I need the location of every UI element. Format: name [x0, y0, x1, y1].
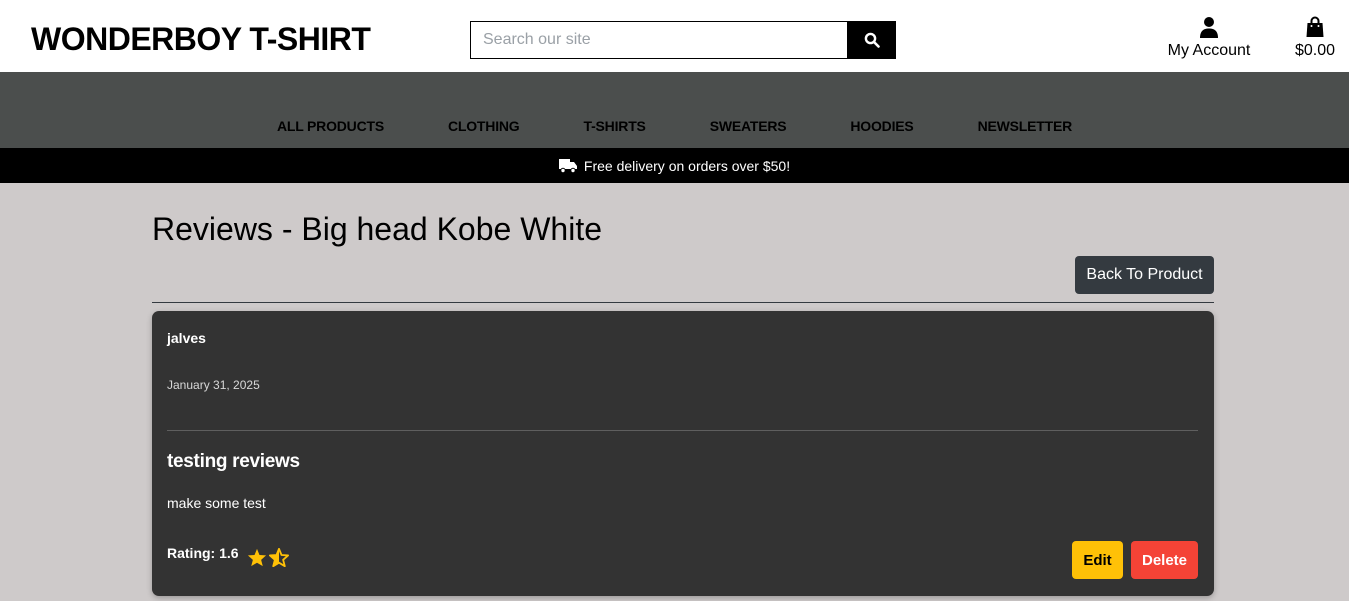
shopping-bag-link[interactable]: $0.00 [1288, 16, 1342, 60]
divider [152, 302, 1214, 303]
search-form [470, 21, 896, 59]
delivery-banner: Free delivery on orders over $50! [0, 148, 1349, 183]
nav-item-clothing[interactable]: CLOTHING [448, 118, 520, 134]
user-icon [1160, 16, 1258, 40]
truck-icon [558, 158, 577, 173]
review-divider [167, 430, 1198, 431]
review-card: jalves January 31, 2025 testing reviews … [152, 311, 1214, 596]
search-button[interactable] [847, 21, 896, 59]
my-account-link[interactable]: My Account [1160, 16, 1258, 60]
main-navigation: ALL PRODUCTS CLOTHING T-SHIRTS SWEATERS … [0, 72, 1349, 148]
star-full-icon [247, 548, 266, 567]
site-header: WONDERBOY T-SHIRT My Account [0, 0, 1349, 72]
edit-review-button[interactable]: Edit [1072, 541, 1123, 579]
delivery-banner-text: Free delivery on orders over $50! [583, 157, 791, 174]
my-account-label: My Account [1167, 42, 1251, 59]
search-icon [864, 32, 880, 48]
nav-item-all-products[interactable]: ALL PRODUCTS [277, 118, 384, 134]
shopping-bag-icon [1288, 16, 1342, 40]
cart-total: $0.00 [1294, 42, 1336, 59]
back-to-product-button[interactable]: Back To Product [1075, 256, 1214, 294]
rating-stars [247, 548, 291, 567]
search-input[interactable] [470, 21, 847, 59]
brand-logo[interactable]: WONDERBOY T-SHIRT [31, 21, 371, 58]
review-title: testing reviews [167, 451, 300, 472]
page-title: Reviews - Big head Kobe White [152, 211, 602, 247]
delete-review-button[interactable]: Delete [1131, 541, 1198, 579]
nav-item-newsletter[interactable]: NEWSLETTER [978, 118, 1073, 134]
nav-item-sweaters[interactable]: SWEATERS [710, 118, 787, 134]
rating-label: Rating: 1.6 [167, 545, 239, 561]
nav-list: ALL PRODUCTS CLOTHING T-SHIRTS SWEATERS … [0, 118, 1349, 134]
nav-item-hoodies[interactable]: HOODIES [850, 118, 913, 134]
review-rating: Rating: 1.6 [167, 545, 291, 567]
star-half-icon [268, 548, 289, 567]
nav-item-t-shirts[interactable]: T-SHIRTS [584, 118, 646, 134]
review-date: January 31, 2025 [167, 378, 260, 392]
review-body: make some test [167, 495, 266, 511]
review-author: jalves [167, 330, 206, 346]
